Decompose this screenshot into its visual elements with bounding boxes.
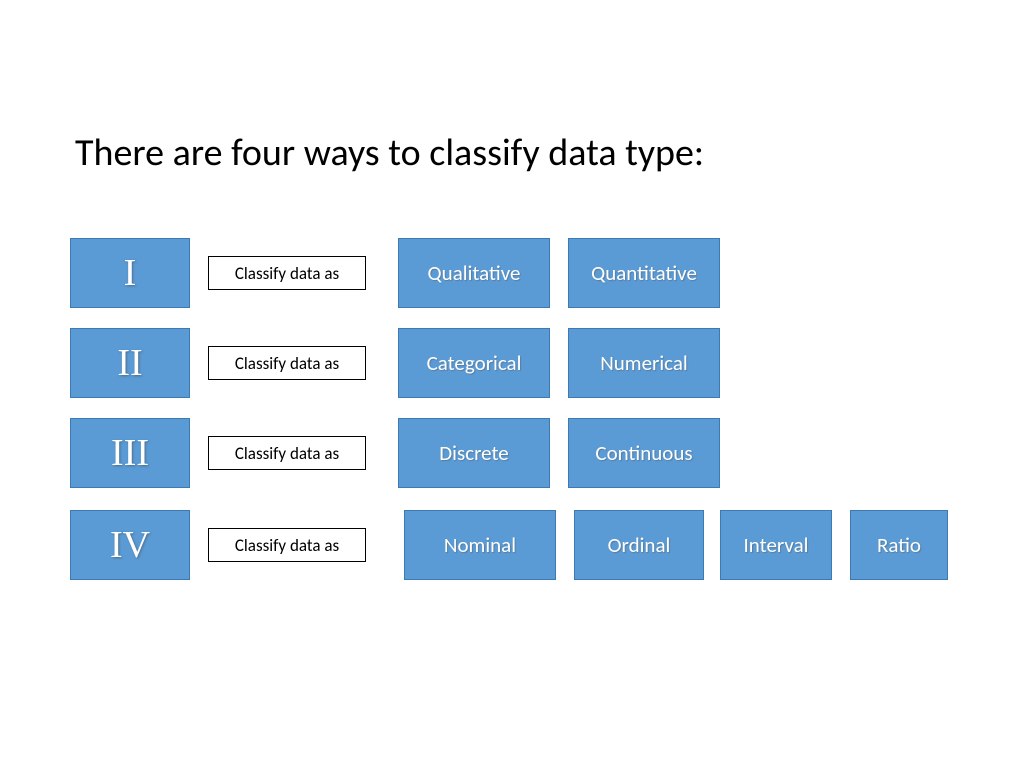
category-discrete: Discrete <box>398 418 550 488</box>
classify-label-3: Classify data as <box>208 436 366 470</box>
roman-numeral-4: IV <box>70 510 190 580</box>
slide-title: There are four ways to classify data typ… <box>75 130 704 176</box>
classify-label-1: Classify data as <box>208 256 366 290</box>
category-ratio: Ratio <box>850 510 948 580</box>
roman-numeral-3: III <box>70 418 190 488</box>
category-nominal: Nominal <box>404 510 556 580</box>
classify-label-2: Classify data as <box>208 346 366 380</box>
category-numerical: Numerical <box>568 328 720 398</box>
classification-row-3: III Classify data as Discrete Continuous <box>70 418 720 488</box>
category-quantitative: Quantitative <box>568 238 720 308</box>
category-interval: Interval <box>720 510 832 580</box>
classification-row-2: II Classify data as Categorical Numerica… <box>70 328 720 398</box>
classification-row-1: I Classify data as Qualitative Quantitat… <box>70 238 720 308</box>
category-qualitative: Qualitative <box>398 238 550 308</box>
roman-numeral-2: II <box>70 328 190 398</box>
classification-row-4: IV Classify data as Nominal Ordinal Inte… <box>70 510 948 580</box>
roman-numeral-1: I <box>70 238 190 308</box>
category-ordinal: Ordinal <box>574 510 704 580</box>
classify-label-4: Classify data as <box>208 528 366 562</box>
category-categorical: Categorical <box>398 328 550 398</box>
category-continuous: Continuous <box>568 418 720 488</box>
